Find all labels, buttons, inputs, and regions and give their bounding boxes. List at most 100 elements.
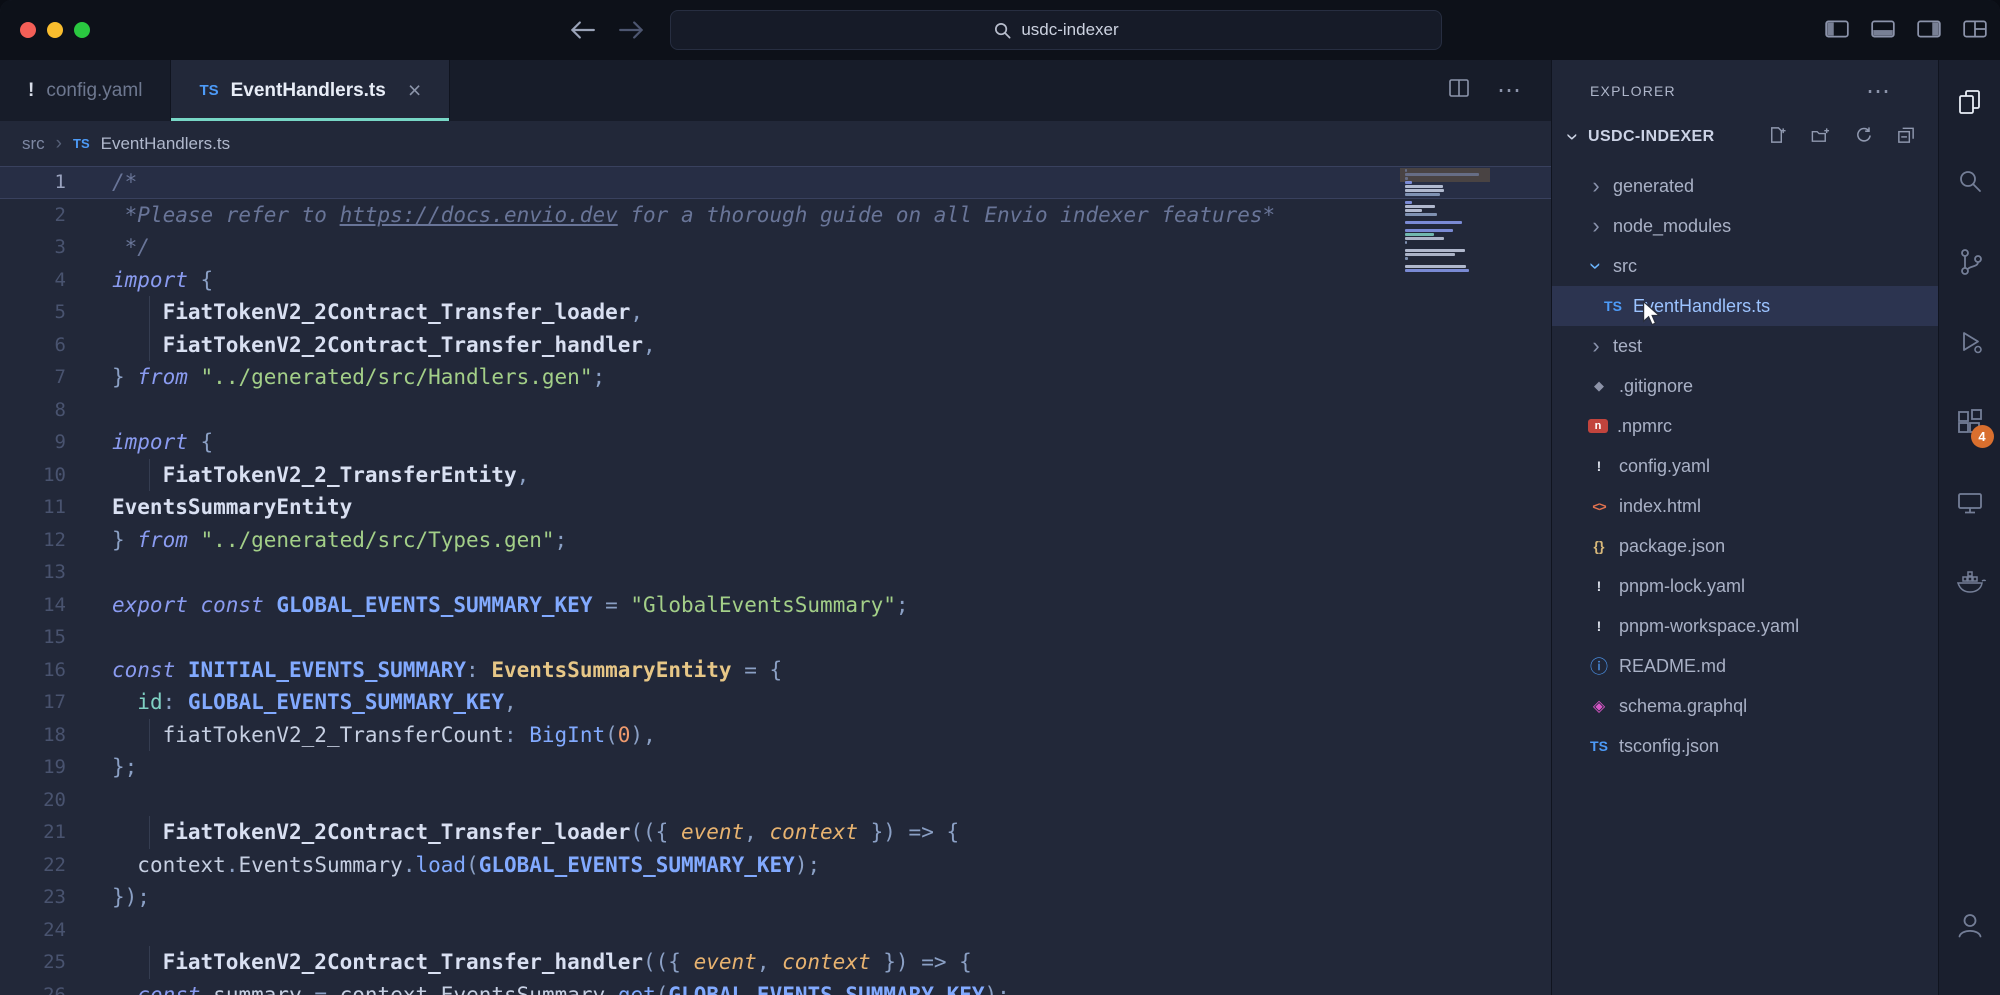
code-line-24[interactable]: 24 <box>0 914 1551 947</box>
sidebar-title: EXPLORER <box>1590 83 1866 99</box>
code-line-18[interactable]: 18 fiatTokenV2_2_TransferCount: BigInt(0… <box>0 719 1551 752</box>
code-line-5[interactable]: 5 FiatTokenV2_2Contract_Transfer_loader, <box>0 296 1551 329</box>
tree-item-label: config.yaml <box>1619 456 1710 477</box>
tree-item-label: .npmrc <box>1617 416 1672 437</box>
code-line-text: *Please refer to https://docs.envio.dev … <box>112 199 1275 232</box>
toggle-secondary-sidebar-button[interactable] <box>1916 17 1942 46</box>
nav-back-button[interactable] <box>565 14 599 46</box>
code-line-2[interactable]: 2 *Please refer to https://docs.envio.de… <box>0 199 1551 232</box>
line-number: 15 <box>0 621 66 654</box>
search-activity-button[interactable] <box>1942 142 1998 222</box>
line-number: 19 <box>0 751 66 784</box>
new-file-button[interactable] <box>1767 125 1787 150</box>
line-number: 22 <box>0 849 66 882</box>
command-center-search[interactable]: usdc-indexer <box>670 10 1442 50</box>
tree-item-src[interactable]: ›src <box>1552 246 1938 286</box>
tree-item-pnpm-workspace-yaml[interactable]: !pnpm-workspace.yaml <box>1552 606 1938 646</box>
code-line-25[interactable]: 25 FiatTokenV2_2Contract_Transfer_handle… <box>0 946 1551 979</box>
tree-item-label: README.md <box>1619 656 1726 677</box>
minimap[interactable] <box>1405 169 1487 273</box>
bang-file-icon: ! <box>1588 578 1610 594</box>
code-line-15[interactable]: 15 <box>0 621 1551 654</box>
code-line-16[interactable]: 16const INITIAL_EVENTS_SUMMARY: EventsSu… <box>0 654 1551 687</box>
minimap-line <box>1405 257 1408 260</box>
code-line-8[interactable]: 8 <box>0 394 1551 427</box>
code-line-1[interactable]: 1/* <box>0 166 1551 199</box>
project-root-row[interactable]: › USDC-INDEXER <box>1552 116 1938 158</box>
code-line-9[interactable]: 9import { <box>0 426 1551 459</box>
code-line-19[interactable]: 19}; <box>0 751 1551 784</box>
refresh-button[interactable] <box>1853 125 1873 150</box>
code-line-26[interactable]: 26 const summary = context.EventsSummary… <box>0 979 1551 995</box>
line-number: 5 <box>0 296 66 329</box>
code-line-text: }; <box>112 751 137 784</box>
breadcrumb-file[interactable]: EventHandlers.ts <box>101 134 230 154</box>
extensions-activity-button[interactable]: 4 <box>1942 382 1998 462</box>
toggle-primary-sidebar-button[interactable] <box>1824 17 1850 46</box>
code-line-12[interactable]: 12} from "../generated/src/Types.gen"; <box>0 524 1551 557</box>
code-line-text: /* <box>112 166 137 199</box>
tab-eventhandlers-ts[interactable]: TS EventHandlers.ts × <box>171 60 450 121</box>
code-line-7[interactable]: 7} from "../generated/src/Handlers.gen"; <box>0 361 1551 394</box>
zoom-window-button[interactable] <box>74 22 90 38</box>
close-window-button[interactable] <box>20 22 36 38</box>
tree-item-test[interactable]: ›test <box>1552 326 1938 366</box>
docker-activity-button[interactable] <box>1942 542 1998 622</box>
code-line-23[interactable]: 23}); <box>0 881 1551 914</box>
customize-layout-button[interactable] <box>1962 17 1988 46</box>
code-line-4[interactable]: 4import { <box>0 264 1551 297</box>
code-line-20[interactable]: 20 <box>0 784 1551 817</box>
account-button[interactable] <box>1942 885 1998 965</box>
tree-item-node-modules[interactable]: ›node_modules <box>1552 206 1938 246</box>
code-editor[interactable]: 1/*2 *Please refer to https://docs.envio… <box>0 166 1551 995</box>
split-editor-button[interactable] <box>1447 77 1471 104</box>
remote-explorer-activity-button[interactable] <box>1942 462 1998 542</box>
tree-item-tsconfig-json[interactable]: TStsconfig.json <box>1552 726 1938 766</box>
tree-item-label: pnpm-workspace.yaml <box>1619 616 1799 637</box>
tree-item--gitignore[interactable]: ◆.gitignore <box>1552 366 1938 406</box>
tree-item-schema-graphql[interactable]: ◈schema.graphql <box>1552 686 1938 726</box>
code-line-17[interactable]: 17 id: GLOBAL_EVENTS_SUMMARY_KEY, <box>0 686 1551 719</box>
tree-item--npmrc[interactable]: n.npmrc <box>1552 406 1938 446</box>
minimap-line <box>1405 253 1455 256</box>
code-line-3[interactable]: 3 */ <box>0 231 1551 264</box>
code-line-11[interactable]: 11EventsSummaryEntity <box>0 491 1551 524</box>
tree-item-readme-md[interactable]: ⓘREADME.md <box>1552 646 1938 686</box>
new-folder-button[interactable] <box>1810 125 1830 150</box>
code-line-22[interactable]: 22 context.EventsSummary.load(GLOBAL_EVE… <box>0 849 1551 882</box>
close-tab-icon[interactable]: × <box>408 77 421 104</box>
line-number: 10 <box>0 459 66 492</box>
tree-item-pnpm-lock-yaml[interactable]: ! pnpm-lock.yaml <box>1552 566 1938 606</box>
explorer-more-actions-button[interactable]: ⋯ <box>1866 77 1892 106</box>
breadcrumb-folder[interactable]: src <box>22 134 45 154</box>
source-control-activity-button[interactable] <box>1942 222 1998 302</box>
run-debug-activity-button[interactable] <box>1942 302 1998 382</box>
tree-item-generated[interactable]: ›generated <box>1552 166 1938 206</box>
minimap-line <box>1405 229 1453 232</box>
tree-item-label: pnpm-lock.yaml <box>1619 576 1745 597</box>
minimap-line <box>1405 205 1435 208</box>
collapse-all-button[interactable] <box>1896 125 1916 150</box>
tree-item-label: schema.graphql <box>1619 696 1747 717</box>
nav-forward-button[interactable] <box>615 14 649 46</box>
code-line-13[interactable]: 13 <box>0 556 1551 589</box>
code-line-text: FiatTokenV2_2_TransferEntity, <box>112 459 529 492</box>
explorer-activity-button[interactable] <box>1942 62 1998 142</box>
line-number: 14 <box>0 589 66 622</box>
toggle-panel-button[interactable] <box>1870 17 1896 46</box>
collapse-all-icon <box>1896 125 1916 145</box>
code-line-14[interactable]: 14export const GLOBAL_EVENTS_SUMMARY_KEY… <box>0 589 1551 622</box>
tree-item-package-json[interactable]: {}package.json <box>1552 526 1938 566</box>
search-value: usdc-indexer <box>1021 20 1118 40</box>
tree-item-config-yaml[interactable]: !config.yaml <box>1552 446 1938 486</box>
tree-item-index-html[interactable]: <>index.html <box>1552 486 1938 526</box>
tab-config-yaml[interactable]: ! config.yaml <box>0 60 171 121</box>
tree-item-eventhandlers-ts[interactable]: TSEventHandlers.ts <box>1552 286 1938 326</box>
code-line-10[interactable]: 10 FiatTokenV2_2_TransferEntity, <box>0 459 1551 492</box>
chevron-right-icon: › <box>56 133 62 155</box>
more-actions-button[interactable]: ⋯ <box>1497 76 1523 105</box>
history-nav <box>565 14 649 46</box>
minimize-window-button[interactable] <box>47 22 63 38</box>
code-line-6[interactable]: 6 FiatTokenV2_2Contract_Transfer_handler… <box>0 329 1551 362</box>
code-line-21[interactable]: 21 FiatTokenV2_2Contract_Transfer_loader… <box>0 816 1551 849</box>
